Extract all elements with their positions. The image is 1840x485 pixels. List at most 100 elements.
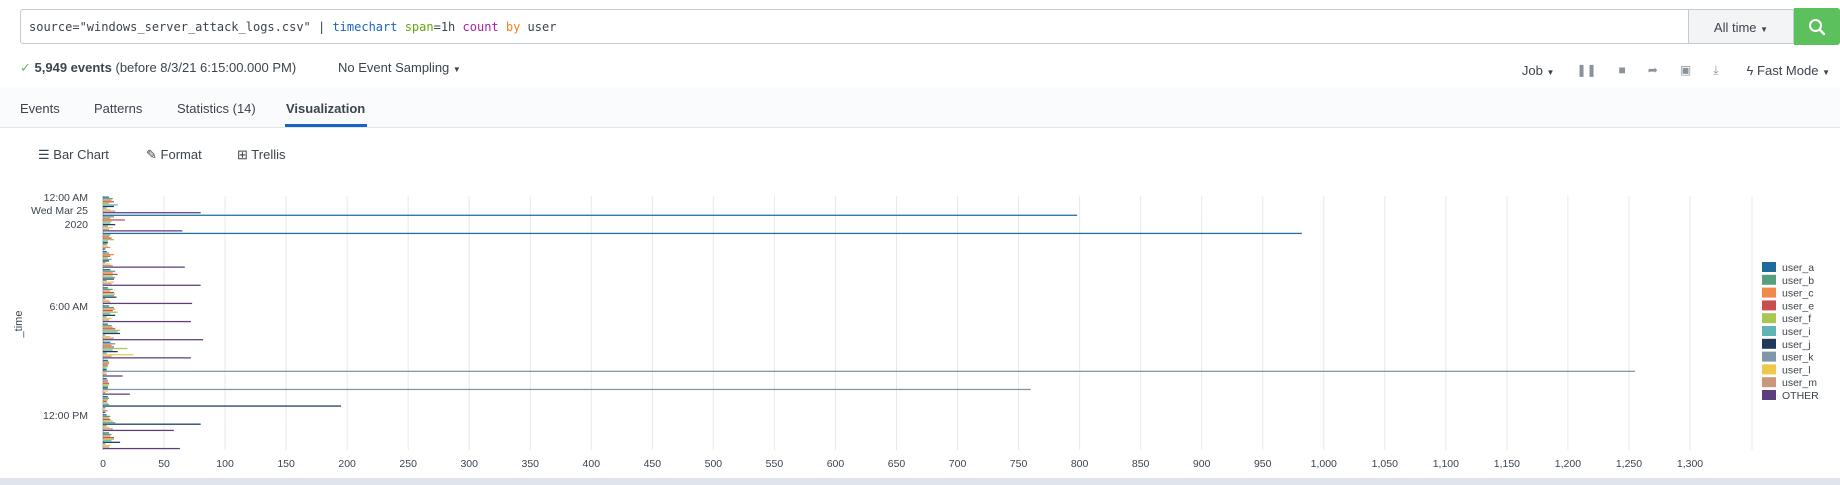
search-submit-button[interactable] <box>1794 8 1840 45</box>
bar-user_j <box>103 369 107 371</box>
query-function: count <box>462 20 499 34</box>
chart-type-button[interactable]: ☰ Bar Chart <box>38 147 109 163</box>
pause-icon[interactable]: ❚❚ <box>1576 63 1596 77</box>
bar-user_i <box>103 385 108 387</box>
bar-user_j <box>103 441 121 443</box>
bar-user_m <box>103 246 111 249</box>
search-mode-menu[interactable]: ϟ Fast Mode ▼ <box>1747 63 1830 78</box>
caret-down-icon: ▼ <box>1546 67 1555 77</box>
bar-user_f <box>103 275 113 277</box>
bar-user_k <box>103 316 107 318</box>
bar-user_i <box>103 313 111 315</box>
bar-user_j <box>103 405 342 407</box>
bar-user_m <box>103 428 113 430</box>
bar-user_e <box>103 201 114 203</box>
bar-user_c <box>103 399 108 401</box>
caret-down-icon: ▼ <box>452 65 461 74</box>
legend-swatch <box>1762 274 1776 285</box>
print-icon[interactable]: ▣ <box>1680 63 1691 77</box>
bar-OTHER <box>103 411 106 413</box>
bar-user_l <box>103 354 134 356</box>
x-tick-label: 200 <box>338 458 356 470</box>
trellis-label: Trellis <box>251 147 286 162</box>
bar-user_e <box>103 255 111 257</box>
bar-user_a <box>103 396 108 398</box>
x-tick-label: 1,000 <box>1311 458 1337 470</box>
bar-OTHER <box>103 212 201 214</box>
result-tabs: Events Patterns Statistics (14) Visualiz… <box>0 87 1840 128</box>
tab-visualization[interactable]: Visualization <box>286 101 365 116</box>
y-tick-label: 12:00 AM <box>44 192 88 204</box>
x-tick-label: 50 <box>158 458 170 470</box>
job-status-row: ✓ 5,949 events (before 8/3/21 6:15:00.00… <box>20 60 1830 80</box>
bar-user_k <box>103 243 107 245</box>
bar-user_a <box>103 269 111 271</box>
bar-user_f <box>103 366 108 368</box>
legend-label: user_k <box>1782 352 1814 364</box>
export-icon[interactable]: ⤓ <box>1713 63 1718 78</box>
bar-user_b <box>103 270 116 272</box>
job-menu[interactable]: Job ▼ <box>1522 63 1555 78</box>
bar-user_j <box>103 350 118 353</box>
bar-user_c <box>103 199 112 201</box>
event-sampling-dropdown[interactable]: No Event Sampling ▼ <box>338 60 461 75</box>
x-tick-label: 1,100 <box>1433 458 1459 470</box>
tab-statistics[interactable]: Statistics (14) <box>177 101 256 116</box>
query-pipe: | <box>310 20 333 34</box>
x-tick-label: 800 <box>1071 458 1089 470</box>
bar-user_a <box>103 214 1078 216</box>
bar-user_a <box>103 250 107 253</box>
x-tick-label: 750 <box>1010 458 1028 470</box>
bar-user_k <box>103 370 1636 372</box>
bar-user_b <box>103 343 116 345</box>
tab-patterns[interactable]: Patterns <box>94 101 142 116</box>
bar-user_m <box>103 319 110 321</box>
events-count: 5,949 events <box>34 60 112 75</box>
legend-swatch <box>1762 338 1776 349</box>
query-source-value: "windows_server_attack_logs.csv" <box>79 20 311 34</box>
legend-label: user_c <box>1782 288 1814 300</box>
time-range-picker[interactable]: All time ▼ <box>1689 9 1794 44</box>
bar-user_k <box>103 207 107 209</box>
x-tick-label: 1,200 <box>1555 458 1581 470</box>
chart-type-label: Bar Chart <box>53 147 109 162</box>
bar-user_m <box>103 301 111 303</box>
trellis-button[interactable]: ⊞ Trellis <box>237 147 285 163</box>
y-tick-label: 6:00 AM <box>49 301 88 313</box>
bar-user_f <box>103 202 110 204</box>
stop-icon[interactable]: ■ <box>1619 63 1626 77</box>
bar-user_j <box>103 223 116 226</box>
bar-user_e <box>103 291 114 294</box>
pencil-icon: ✎ <box>146 147 157 162</box>
bar-user_m <box>103 355 112 357</box>
bar-OTHER <box>103 248 106 250</box>
bar-user_b <box>103 361 110 363</box>
bar-user_f <box>103 402 108 404</box>
x-tick-label: 1,050 <box>1372 458 1398 470</box>
legend-label: user_f <box>1782 313 1811 325</box>
x-tick-label: 550 <box>766 458 784 470</box>
share-icon[interactable]: ➦ <box>1648 63 1658 77</box>
bar-user_f <box>103 347 128 350</box>
chart-area: 0 50 100 150 200 250 300 350 400 450 500 550 600 650 7… <box>0 188 1840 478</box>
y-tick-label: 2020 <box>65 219 89 231</box>
search-query-input[interactable]: source="windows_server_attack_logs.csv" … <box>20 9 1689 44</box>
bar-user_e <box>103 346 114 348</box>
bar-user_b <box>103 397 110 399</box>
bar-OTHER <box>103 266 185 268</box>
query-field: user <box>527 20 557 34</box>
tab-events[interactable]: Events <box>20 101 60 116</box>
format-button[interactable]: ✎ Format <box>146 147 202 163</box>
bar-user_a <box>103 305 110 307</box>
bar-user_c <box>103 344 112 347</box>
bar-user_l <box>103 263 111 265</box>
bar-user_c <box>103 326 113 328</box>
bar-chart: 0 50 100 150 200 250 300 350 400 450 500 550 600 650 7… <box>13 192 1819 470</box>
bar-user_k <box>103 298 106 300</box>
bar-user_b <box>103 198 113 200</box>
legend-swatch <box>1762 300 1776 311</box>
legend-label: OTHER <box>1782 390 1819 402</box>
bar-user_f <box>103 420 113 422</box>
bar-user_c <box>103 435 111 437</box>
bar-user_i <box>103 222 111 224</box>
